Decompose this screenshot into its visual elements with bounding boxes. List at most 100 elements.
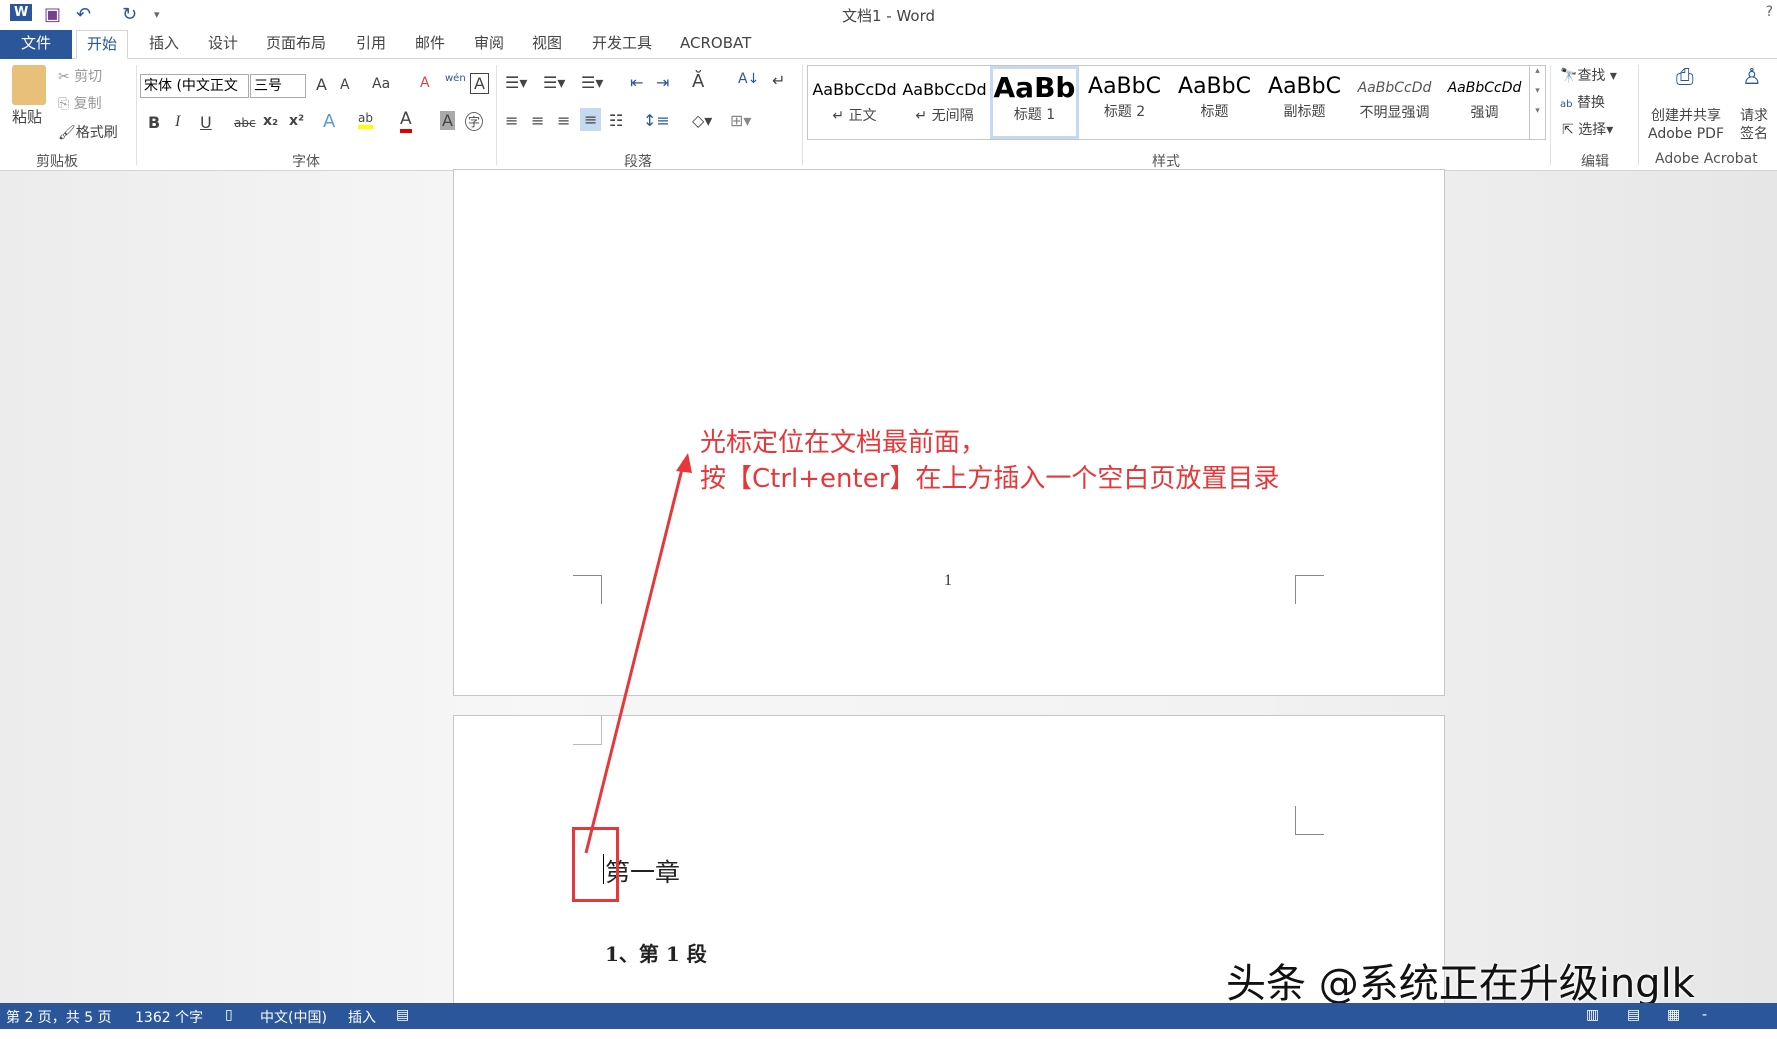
align-right-icon[interactable]: ≡ xyxy=(557,111,570,130)
replace-button[interactable]: ab 替换 xyxy=(1560,92,1605,112)
font-size-select[interactable]: 三号 xyxy=(250,74,306,98)
copy-button[interactable]: ⎘ 复制 xyxy=(58,93,102,113)
paste-button[interactable]: 粘贴 xyxy=(12,106,42,127)
numbering-icon[interactable]: ☰▾ xyxy=(543,73,565,92)
align-center-icon[interactable]: ≡ xyxy=(531,111,544,130)
phonetic-guide-button[interactable]: wén xyxy=(445,73,466,84)
tab-acrobat[interactable]: ACROBAT xyxy=(670,30,761,59)
show-marks-icon[interactable]: ↵ xyxy=(772,71,785,90)
bold-button[interactable]: B xyxy=(148,113,160,132)
tab-references[interactable]: 引用 xyxy=(346,30,396,59)
change-case-button[interactable]: Aa xyxy=(372,76,390,92)
format-painter-button[interactable]: 🖌格式刷 xyxy=(58,122,118,142)
shading-icon[interactable]: ◇▾ xyxy=(692,111,712,130)
decrease-indent-icon[interactable]: ⇤ xyxy=(630,73,643,92)
tab-developer[interactable]: 开发工具 xyxy=(582,30,662,59)
underline-button[interactable]: U xyxy=(200,113,212,132)
subscript-button[interactable]: x₂ xyxy=(263,113,278,129)
sort-icon[interactable]: A↓ xyxy=(738,71,759,87)
styles-group-label: 样式 xyxy=(1152,154,1180,170)
char-spacing-icon[interactable]: Ӑ xyxy=(692,71,704,92)
format-painter-label: 格式刷 xyxy=(75,125,118,141)
create-share-pdf-button[interactable]: 创建并共享 Adobe PDF xyxy=(1648,107,1724,143)
style-title[interactable]: AaBbC 标题 xyxy=(1170,66,1259,139)
char-shading-button[interactable]: A xyxy=(440,111,455,130)
multilevel-list-icon[interactable]: ☰▾ xyxy=(581,73,603,92)
document-area[interactable]: 1 第一章 1、第 1 段 光标定位在文档最前面， 按【Ctrl+enter】在… xyxy=(0,169,1777,1015)
bullets-icon[interactable]: ☰▾ xyxy=(505,73,527,92)
page-count-status[interactable]: 第 2 页，共 5 页 xyxy=(6,1007,112,1027)
find-button[interactable]: 🔭查找 ▾ xyxy=(1560,65,1617,85)
arrow-line xyxy=(584,460,686,854)
window-title: 文档1 - Word xyxy=(841,7,936,25)
divider xyxy=(802,65,803,165)
status-bar: 第 2 页，共 5 页 1362 个字 ▯ 中文(中国) 插入 ▤ ▥ ▤ ▦ … xyxy=(0,1003,1777,1039)
sign-line1: 请求 xyxy=(1740,108,1768,124)
enclose-char-button[interactable]: 字 xyxy=(465,112,484,131)
superscript-button[interactable]: x² xyxy=(289,113,304,129)
read-mode-icon[interactable]: ▥ xyxy=(1586,1007,1599,1023)
gallery-scroll[interactable]: ▴ ▾ ▾ xyxy=(1529,66,1545,139)
tab-view[interactable]: 视图 xyxy=(522,30,572,59)
help-icon[interactable]: ? xyxy=(1766,4,1773,20)
paragraph-group-label: 段落 xyxy=(624,154,652,170)
cut-button[interactable]: ✂ 剪切 xyxy=(58,66,102,86)
font-group-label: 字体 xyxy=(292,154,320,170)
create-pdf-icon: ⎙ xyxy=(1676,65,1694,90)
print-layout-icon[interactable]: ▤ xyxy=(1627,1007,1640,1023)
editing-group-label: 编辑 xyxy=(1581,154,1609,170)
tab-home[interactable]: 开始 xyxy=(76,30,129,59)
copy-label: 复制 xyxy=(73,96,102,112)
justify-icon[interactable]: ≡ xyxy=(580,108,602,131)
clipboard-group-label: 剪贴板 xyxy=(36,154,78,170)
divider xyxy=(1550,65,1551,165)
increase-indent-icon[interactable]: ⇥ xyxy=(656,73,669,92)
tab-review[interactable]: 审阅 xyxy=(464,30,514,59)
word-count-status[interactable]: 1362 个字 xyxy=(135,1007,203,1027)
tab-mailings[interactable]: 邮件 xyxy=(405,30,455,59)
select-button[interactable]: ⇱ 选择▾ xyxy=(1562,119,1613,139)
web-layout-icon[interactable]: ▦ xyxy=(1667,1007,1680,1023)
request-signature-icon: ♙ xyxy=(1742,65,1762,90)
tab-file[interactable]: 文件 xyxy=(0,30,72,59)
text-effects-button[interactable]: A xyxy=(323,111,335,132)
create-pdf-line2: Adobe PDF xyxy=(1648,126,1725,142)
cut-label: 剪切 xyxy=(74,69,103,85)
font-color-button[interactable]: A xyxy=(400,109,412,133)
replace-label: 替换 xyxy=(1576,95,1605,111)
style-no-spacing[interactable]: AaBbCcDd ↵ 无间隔 xyxy=(900,66,989,139)
font-name-select[interactable]: 宋体 (中文正文 xyxy=(140,74,249,98)
insert-mode-status[interactable]: 插入 xyxy=(348,1007,376,1027)
language-status[interactable]: 中文(中国) xyxy=(260,1007,327,1027)
style-heading-1[interactable]: AaBb 标题 1 xyxy=(990,66,1079,139)
find-label: 查找 xyxy=(1577,68,1606,84)
style-normal[interactable]: AaBbCcDd ↵ 正文 xyxy=(810,66,899,139)
styles-gallery: AaBbCcDd ↵ 正文 AaBbCcDd ↵ 无间隔 AaBb 标题 1 AaBb… xyxy=(807,65,1546,140)
italic-button[interactable]: I xyxy=(175,113,180,131)
tab-insert[interactable]: 插入 xyxy=(139,30,189,59)
tab-design[interactable]: 设计 xyxy=(198,30,248,59)
clear-format-button[interactable]: A xyxy=(420,75,430,91)
style-heading-2[interactable]: AaBbC 标题 2 xyxy=(1080,66,1169,139)
zoom-slider[interactable]: -——————— xyxy=(1702,1007,1777,1039)
highlight-button[interactable]: ab xyxy=(358,111,373,129)
align-left-icon[interactable]: ≡ xyxy=(505,111,518,130)
proofing-icon[interactable]: ▯ xyxy=(225,1007,233,1023)
style-subtle-emphasis[interactable]: AaBbCcDd 不明显强调 xyxy=(1350,66,1439,139)
paste-icon[interactable] xyxy=(12,65,46,105)
request-signature-button[interactable]: 请求 签名 xyxy=(1740,107,1768,143)
shrink-font-button[interactable]: A xyxy=(340,77,350,93)
borders-icon[interactable]: ⊞▾ xyxy=(730,111,751,130)
annotation-arrow xyxy=(584,453,692,854)
macro-record-icon[interactable]: ▤ xyxy=(396,1007,409,1023)
char-border-button[interactable]: A xyxy=(470,73,489,94)
grow-font-button[interactable]: A xyxy=(316,75,327,94)
strikethrough-button[interactable]: abc xyxy=(234,116,256,130)
create-pdf-line1: 创建并共享 xyxy=(1651,108,1721,124)
distributed-icon[interactable]: ☷ xyxy=(609,111,623,130)
line-spacing-icon[interactable]: ↕≡ xyxy=(643,111,670,130)
style-subtitle[interactable]: AaBbC 副标题 xyxy=(1260,66,1349,139)
annotation-text: 光标定位在文档最前面， 按【Ctrl+enter】在上方插入一个空白页放置目录 xyxy=(700,425,1279,497)
tab-layout[interactable]: 页面布局 xyxy=(256,30,336,59)
style-emphasis[interactable]: AaBbCcDd 强调 xyxy=(1440,66,1529,139)
